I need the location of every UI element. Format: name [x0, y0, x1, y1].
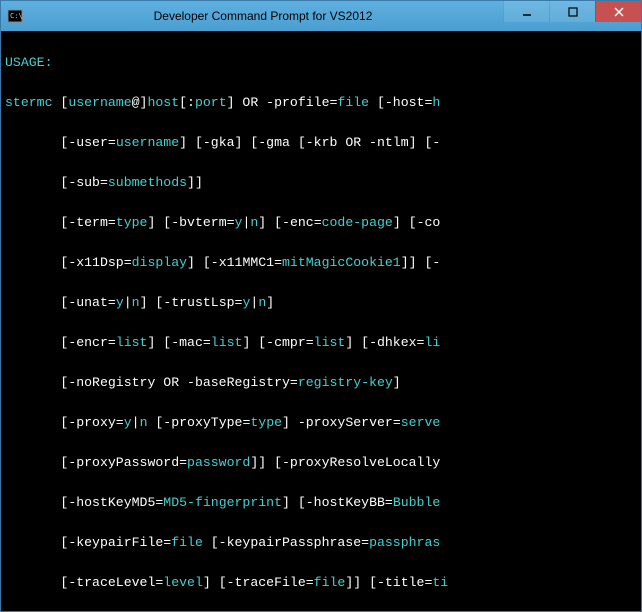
cmd-icon: C:\: [7, 8, 23, 24]
terminal-window: C:\ Developer Command Prompt for VS2012 …: [0, 0, 642, 612]
usage-label: USAGE:: [5, 55, 52, 70]
terminal-body[interactable]: USAGE: stermc [username@]host[:port] OR …: [1, 31, 641, 611]
svg-text:C:\: C:\: [10, 12, 23, 20]
titlebar[interactable]: C:\ Developer Command Prompt for VS2012: [1, 1, 641, 31]
maximize-button[interactable]: [549, 1, 595, 22]
cmd-name: stermc: [5, 95, 52, 110]
close-button[interactable]: [595, 1, 641, 22]
minimize-button[interactable]: [503, 1, 549, 22]
window-controls: [503, 1, 641, 22]
